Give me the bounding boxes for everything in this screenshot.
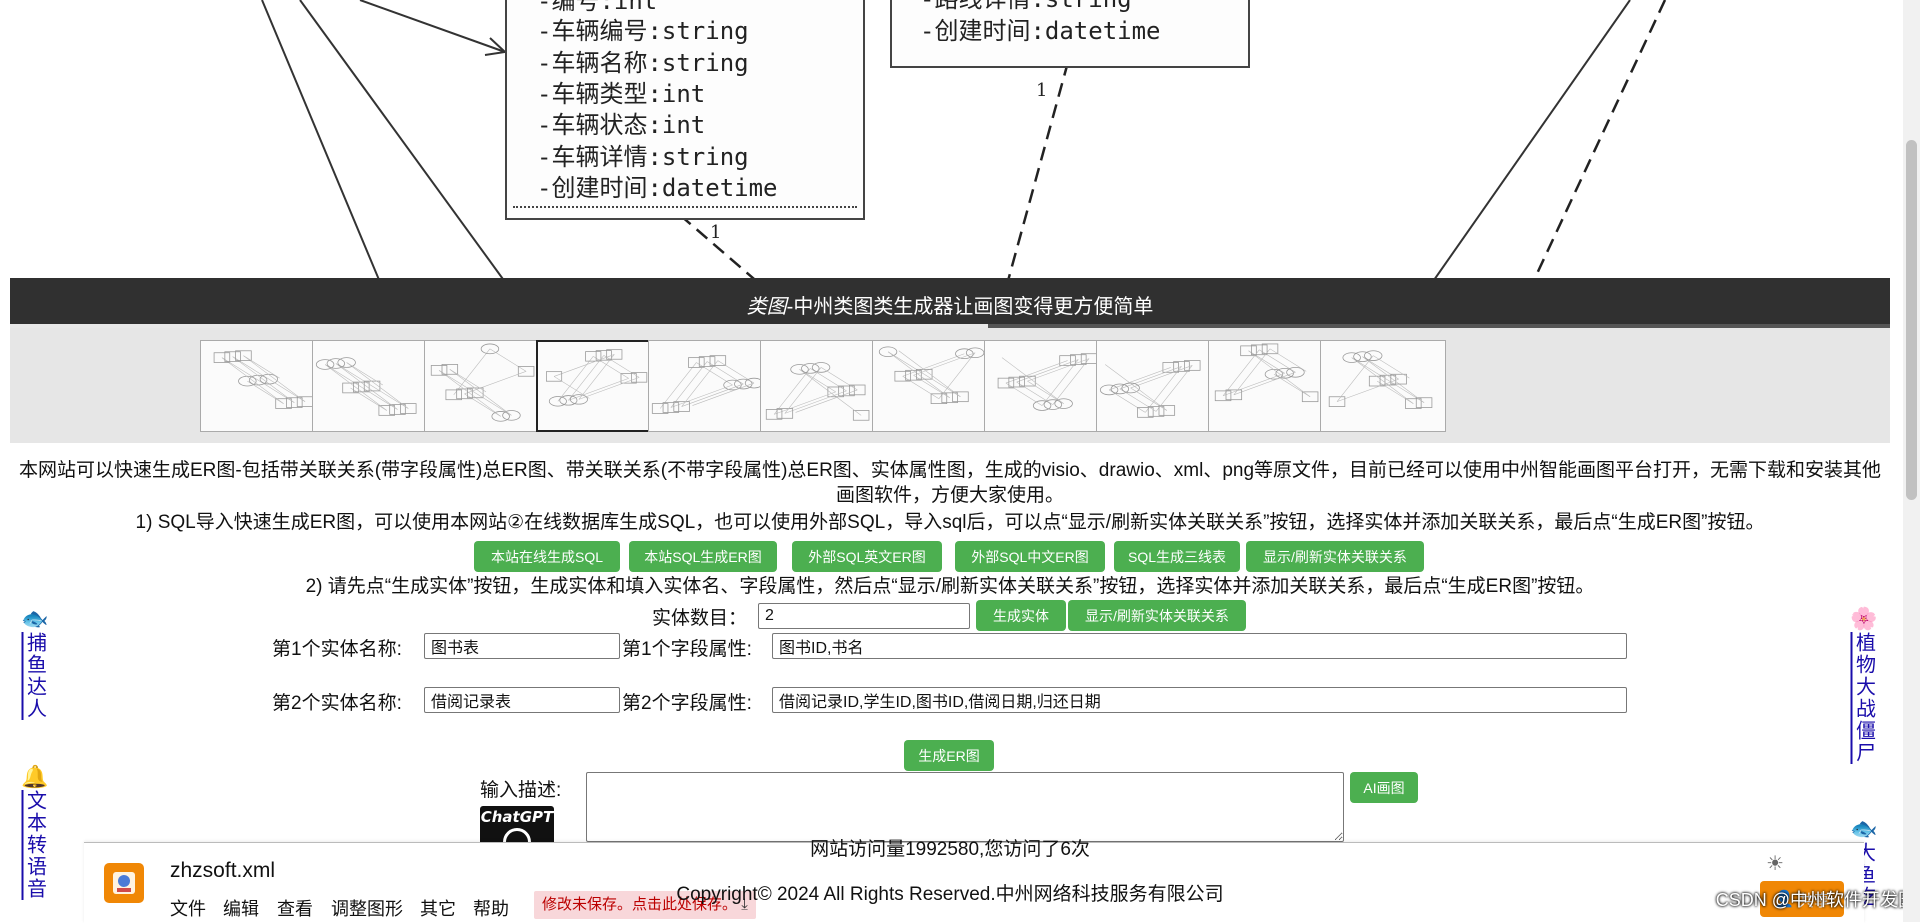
generate-er-button[interactable]: 生成ER图 [904, 740, 994, 771]
side-link-fishing[interactable]: 🐟 捕鱼达人 [20, 606, 50, 720]
entity-1-attr-input[interactable] [772, 633, 1627, 659]
site-sql-er-button[interactable]: 本站SQL生成ER图 [629, 541, 777, 572]
class-field: -车辆类型:int [537, 80, 706, 108]
diagram-thumbnail[interactable] [872, 340, 998, 432]
class-field: -创建时间:datetime [537, 174, 778, 202]
ai-draw-button[interactable]: AI画图 [1350, 772, 1418, 803]
multiplicity-label: 1 [1036, 80, 1048, 101]
diagram-thumbnail[interactable] [1208, 340, 1334, 432]
banner-title-italic: 类图 [746, 296, 787, 318]
class-field: -车辆编号:string [537, 17, 749, 45]
entity-1-name-input[interactable] [424, 633, 620, 659]
diagram-thumbnail[interactable] [312, 340, 438, 432]
diagram-thumbnail[interactable] [536, 340, 662, 432]
refresh-relations-button-2[interactable]: 显示/刷新实体关联关系 [1068, 600, 1246, 631]
step-1-text: 1) SQL导入快速生成ER图，可以使用本网站②在线数据库生成SQL，也可以使用… [135, 512, 1765, 533]
step-2-text: 2) 请先点“生成实体”按钮，生成实体和填入实体名、字段属性，然后点“显示/刷新… [305, 576, 1595, 597]
class-field: -车辆名称:string [537, 49, 749, 77]
diagram-thumbnail[interactable] [1320, 340, 1446, 432]
describe-textarea[interactable] [586, 772, 1344, 842]
diagram-thumbnail[interactable] [200, 340, 326, 432]
online-sql-button[interactable]: 本站在线生成SQL [474, 541, 620, 572]
fish-icon: 🐟 [21, 606, 49, 631]
entity-1-name-label: 第1个实体名称: [272, 639, 402, 660]
entity-count-label: 实体数目： [652, 608, 748, 629]
side-link-label[interactable]: 捕鱼达人 [21, 632, 50, 720]
entity-2-attr-input[interactable] [772, 687, 1627, 713]
scrollbar-thumb[interactable] [1906, 140, 1917, 500]
diagram-thumbnail[interactable] [984, 340, 1110, 432]
entity-2-attr-label: 第2个字段属性: [622, 693, 752, 714]
entity-1-attr-label: 第1个字段属性: [622, 639, 752, 660]
class-field: -创建时间:datetime [920, 17, 1161, 45]
class-field: -编号:int [537, 0, 658, 15]
diagram-thumbnail[interactable] [424, 340, 550, 432]
generate-entity-button[interactable]: 生成实体 [976, 600, 1066, 631]
bell-icon: 🔔 [21, 764, 49, 789]
banner-title: 类图-中州类图类生成器让画图变得更方便简单 [10, 290, 1890, 319]
flower-icon: 🌸 [1850, 606, 1878, 631]
side-link-label[interactable]: 植物大战僵尸 [1850, 632, 1879, 764]
chatgpt-logo-text: ChatGPT [480, 808, 554, 826]
slider-banner: 类图-中州类图类生成器让画图变得更方便简单 [10, 278, 1890, 328]
entity-count-input[interactable] [758, 603, 970, 629]
side-link-pvz[interactable]: 🌸 植物大战僵尸 [1849, 606, 1879, 764]
refresh-relations-button[interactable]: 显示/刷新实体关联关系 [1246, 541, 1424, 572]
external-sql-en-er-button[interactable]: 外部SQL英文ER图 [792, 541, 942, 572]
describe-label: 输入描述: [480, 780, 562, 801]
class-field: -车辆详情:string [537, 143, 749, 171]
class-box-route: -路线详情:string -创建时间:datetime [890, 0, 1250, 68]
visit-count: 网站访问量1992580,您访问了6次 [810, 839, 1090, 860]
sql-three-line-table-button[interactable]: SQL生成三线表 [1114, 541, 1240, 572]
entity-2-name-label: 第2个实体名称: [272, 693, 402, 714]
multiplicity-label: 1 [710, 222, 722, 243]
thumbnail-strip [10, 328, 1890, 443]
external-sql-cn-er-button[interactable]: 外部SQL中文ER图 [955, 541, 1105, 572]
class-field: -车辆状态:int [537, 111, 706, 139]
intro-text: 本网站可以快速生成ER图-包括带关联关系(带字段属性)总ER图、带关联关系(不带… [18, 460, 1882, 506]
class-box-vehicle: -编号:int -车辆编号:string -车辆名称:string -车辆类型:… [505, 0, 865, 220]
csdn-watermark: CSDN @中州软件开发园 [1715, 890, 1916, 910]
diagram-thumbnail[interactable] [648, 340, 774, 432]
copyright: Copyright© 2024 All Rights Reserved.中州网络… [676, 884, 1224, 905]
diagram-thumbnail[interactable] [1096, 340, 1222, 432]
diagram-thumbnail[interactable] [760, 340, 886, 432]
banner-title-text: -中州类图类生成器让画图变得更方便简单 [786, 296, 1154, 318]
class-divider [513, 206, 857, 208]
entity-2-name-input[interactable] [424, 687, 620, 713]
class-field: -路线详情:string [920, 0, 1132, 14]
page-scrollbar[interactable] [1903, 0, 1920, 922]
